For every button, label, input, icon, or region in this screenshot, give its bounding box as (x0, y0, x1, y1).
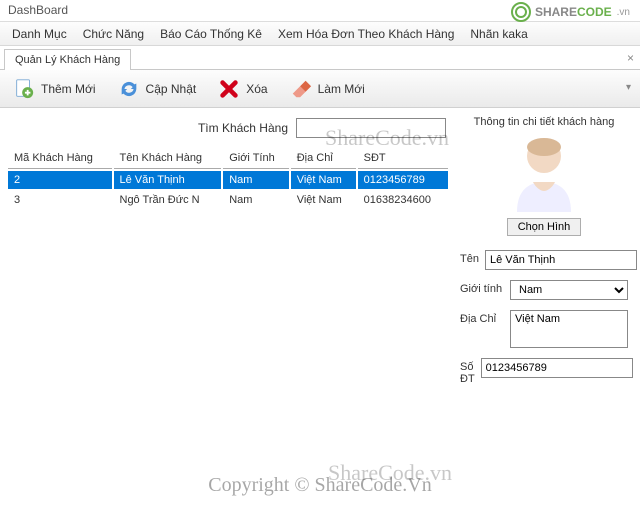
recycle-arrows-icon (511, 2, 531, 22)
addr-field[interactable] (510, 310, 628, 348)
table-row[interactable]: 3Ngô Trần Đức NNamViệt Nam01638234600 (8, 191, 448, 209)
menu-chuc-nang[interactable]: Chức Năng (75, 24, 152, 44)
refresh-arrows-icon (118, 78, 140, 100)
cell-name: Ngô Trần Đức N (114, 191, 222, 209)
cell-phone: 01638234600 (358, 191, 448, 209)
update-button[interactable]: Cập Nhật (109, 73, 206, 105)
avatar (509, 132, 579, 212)
plus-file-icon (13, 78, 35, 100)
table-row[interactable]: 2Lê Văn ThịnhNamViệt Nam0123456789 (8, 171, 448, 189)
cell-addr: Việt Nam (291, 171, 356, 189)
delete-x-icon (218, 78, 240, 100)
delete-button[interactable]: Xóa (209, 73, 276, 105)
add-button[interactable]: Thêm Mới (4, 73, 105, 105)
col-id[interactable]: Mã Khách Hàng (8, 148, 112, 169)
detail-panel: Thông tin chi tiết khách hàng Chọn Hình … (454, 114, 634, 502)
col-name[interactable]: Tên Khách Hàng (114, 148, 222, 169)
refresh-button[interactable]: Làm Mới (281, 73, 374, 105)
tab-close-icon[interactable]: × (627, 51, 634, 65)
cell-addr: Việt Nam (291, 191, 356, 209)
refresh-label: Làm Mới (318, 82, 365, 96)
phone-label: Số ĐT (460, 358, 475, 385)
cell-id: 3 (8, 191, 112, 209)
gender-label: Giới tính (460, 280, 504, 295)
menu-bao-cao[interactable]: Báo Cáo Thống Kê (152, 24, 270, 44)
name-field[interactable] (485, 250, 637, 270)
menu-nhan-kaka[interactable]: Nhãn kaka (462, 24, 535, 44)
detail-heading: Thông tin chi tiết khách hàng (460, 116, 628, 128)
cell-name: Lê Văn Thịnh (114, 171, 222, 189)
cell-gender: Nam (223, 171, 289, 189)
tab-customers[interactable]: Quản Lý Khách Hàng (4, 49, 131, 70)
update-label: Cập Nhật (146, 82, 197, 96)
brand-logo: SHARECODE .vn (511, 2, 630, 22)
menu-danh-muc[interactable]: Danh Mục (4, 24, 75, 44)
eraser-icon (290, 78, 312, 100)
toolbar-overflow-icon[interactable]: ▾ (626, 82, 636, 92)
add-label: Thêm Mới (41, 82, 96, 96)
brand-text: SHARECODE (535, 3, 612, 21)
col-addr[interactable]: Địa Chỉ (291, 148, 356, 169)
customers-table: Mã Khách Hàng Tên Khách Hàng Giới Tính Đ… (6, 146, 450, 211)
brand-suffix: .vn (617, 7, 630, 18)
gender-select[interactable]: Nam (510, 280, 628, 300)
search-input[interactable] (296, 118, 446, 138)
watermark-copyright: Copyright © ShareCode.Vn (0, 474, 640, 497)
cell-gender: Nam (223, 191, 289, 209)
toolbar: Thêm Mới Cập Nhật Xóa Làm Mới ▾ (0, 70, 640, 108)
name-label: Tên (460, 250, 479, 265)
cell-phone: 0123456789 (358, 171, 448, 189)
cell-id: 2 (8, 171, 112, 189)
delete-label: Xóa (246, 82, 267, 96)
search-label: Tìm Khách Hàng (198, 121, 288, 135)
choose-image-button[interactable]: Chọn Hình (507, 218, 582, 236)
col-gender[interactable]: Giới Tính (223, 148, 289, 169)
tab-strip: Quản Lý Khách Hàng × (0, 46, 640, 70)
addr-label: Địa Chỉ (460, 310, 504, 325)
phone-field[interactable] (481, 358, 633, 378)
col-phone[interactable]: SĐT (358, 148, 448, 169)
menu-hoa-don[interactable]: Xem Hóa Đơn Theo Khách Hàng (270, 24, 462, 44)
main-menu: Danh Mục Chức Năng Báo Cáo Thống Kê Xem … (0, 22, 640, 46)
